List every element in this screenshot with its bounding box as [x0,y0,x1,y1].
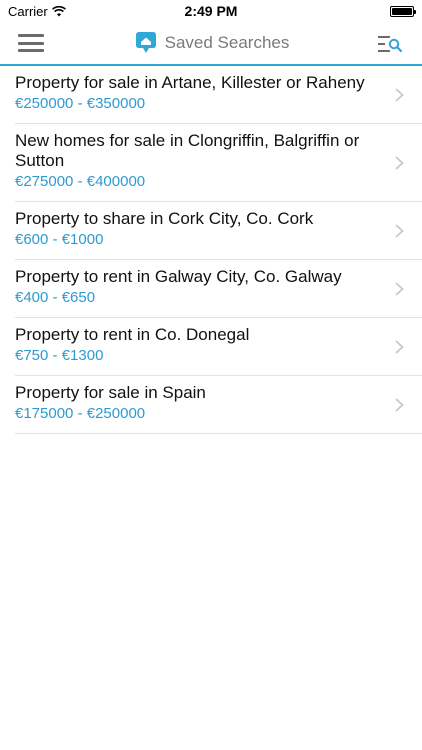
chevron-right-icon [395,397,404,412]
navigation-bar: Saved Searches [0,22,422,66]
carrier-label: Carrier [8,3,48,19]
nav-title: Saved Searches [133,31,290,55]
chevron-right-icon [395,155,404,170]
saved-search-row[interactable]: Property to rent in Co. Donegal €750 - €… [15,318,422,376]
saved-search-title: Property to rent in Co. Donegal [15,325,250,344]
saved-search-row[interactable]: New homes for sale in Clongriffin, Balgr… [15,124,422,202]
saved-search-price: €250000 - €350000 [15,95,146,112]
saved-searches-list: Property for sale in Artane, Killester o… [0,66,422,434]
chevron-right-icon [395,281,404,296]
chevron-right-icon [395,339,404,354]
hamburger-icon-line [18,49,44,52]
saved-search-price: €600 - €1000 [15,231,104,248]
hamburger-icon-line [18,34,44,37]
saved-search-price: €175000 - €250000 [15,405,146,422]
saved-search-title: Property to rent in Galway City, Co. Gal… [15,267,342,286]
saved-search-title: New homes for sale in Clongriffin, Balgr… [15,131,360,170]
status-bar: Carrier 2:49 PM [0,0,422,22]
saved-search-title: Property for sale in Artane, Killester o… [15,73,365,92]
saved-search-price: €275000 - €400000 [15,173,146,190]
house-logo-icon [135,32,156,53]
menu-button[interactable] [18,32,44,54]
chevron-right-icon [395,223,404,238]
battery-icon [390,5,416,17]
saved-search-title: Property to share in Cork City, Co. Cork [15,209,314,228]
page-title: Saved Searches [164,33,290,52]
saved-search-row[interactable]: Property for sale in Spain €175000 - €25… [15,376,422,434]
status-left: Carrier [8,4,66,19]
search-filter-icon[interactable] [378,33,402,55]
chevron-right-icon [395,87,404,102]
saved-search-row[interactable]: Property for sale in Artane, Killester o… [15,66,422,124]
saved-search-price: €750 - €1300 [15,347,104,364]
wifi-icon [51,5,66,16]
saved-search-row[interactable]: Property to share in Cork City, Co. Cork… [15,202,422,260]
saved-search-row[interactable]: Property to rent in Galway City, Co. Gal… [15,260,422,318]
saved-search-title: Property for sale in Spain [15,383,206,402]
hamburger-icon-line [18,41,44,45]
saved-search-price: €400 - €650 [15,289,96,306]
